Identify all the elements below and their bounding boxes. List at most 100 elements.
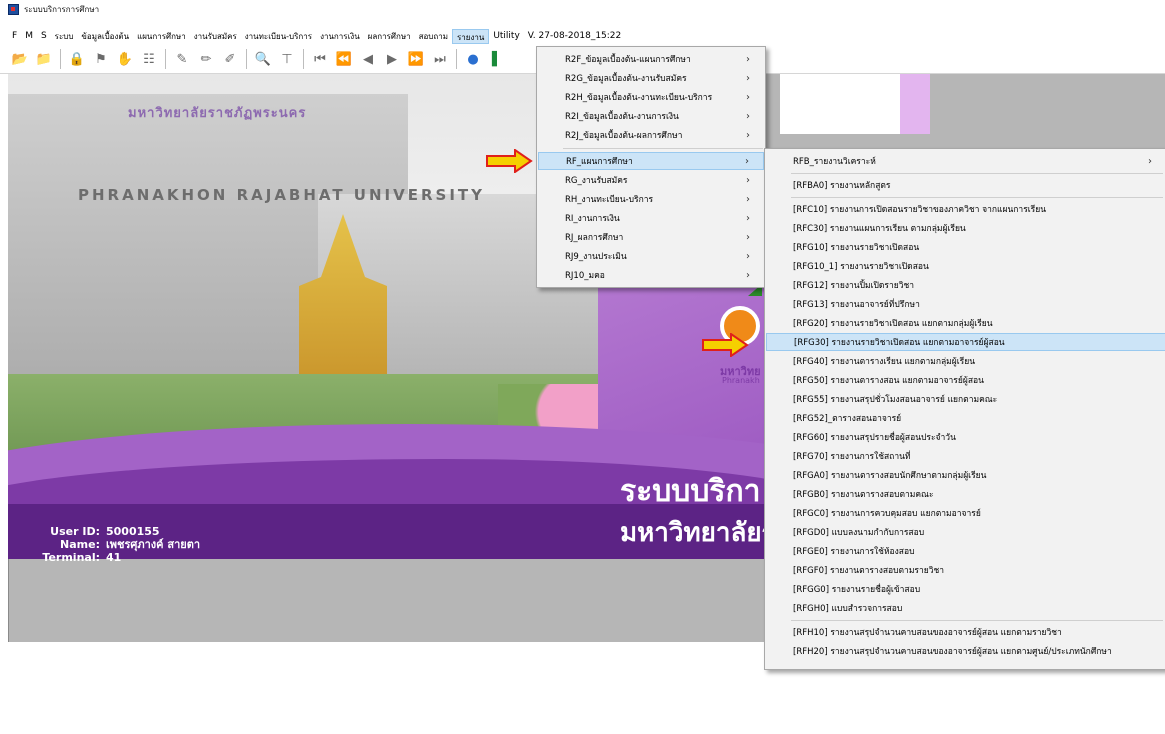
app-icon xyxy=(8,3,19,15)
report-menu-item-1[interactable]: R2G_ข้อมูลเบื้องต้น-งานรับสมัคร › xyxy=(538,69,764,87)
user-id-value: 5000155 xyxy=(106,525,160,538)
rf-submenu-item-label: [RFG13] รายงานอาจารย์ที่ปรึกษา xyxy=(793,300,920,310)
rf-submenu-item-12[interactable]: [RFG55] รายงานสรุปชั่วโมงสอนอาจารย์ แยกต… xyxy=(766,390,1165,408)
report-menu-item-0[interactable]: R2F_ข้อมูลเบื้องต้น-แผนการศึกษา › xyxy=(538,50,764,68)
rf-submenu-item-8[interactable]: [RFG20] รายงานรายวิชาเปิดสอน แยกตามกลุ่ม… xyxy=(766,314,1165,332)
report-menu-item-5[interactable]: RF_แผนการศึกษา › xyxy=(538,152,764,170)
page-icon[interactable]: ☷ xyxy=(139,49,159,69)
rf-submenu-item-6[interactable]: [RFG12] รายงานปิ้มเปิดรายวิชา xyxy=(766,276,1165,294)
prev-record-icon[interactable]: ◀ xyxy=(358,49,378,69)
terminal-label: Terminal: xyxy=(42,551,100,564)
last-record-icon[interactable]: ⏭ xyxy=(430,49,450,69)
report-menu-item-2[interactable]: R2H_ข้อมูลเบื้องต้น-งานทะเบียน-บริการ › xyxy=(538,88,764,106)
rf-submenu-item-15[interactable]: [RFG70] รายงานการใช้สถานที่ xyxy=(766,447,1165,465)
globe-icon[interactable]: ● xyxy=(463,49,483,69)
rf-submenu-item-label: [RFGE0] รายงานการใช้ห้องสอบ xyxy=(793,547,915,557)
rf-submenu-item-18[interactable]: [RFGC0] รายงานการควบคุมสอบ แยกตามอาจารย์ xyxy=(766,504,1165,522)
prev-page-icon[interactable]: ⏪ xyxy=(334,49,354,69)
chevron-right-icon: › xyxy=(746,231,750,243)
menu-item-8[interactable]: งานการเงิน xyxy=(316,29,364,44)
rf-submenu-item-19[interactable]: [RFGD0] แบบลงนามกำกับการสอบ xyxy=(766,523,1165,541)
rf-submenu-item-20[interactable]: [RFGE0] รายงานการใช้ห้องสอบ xyxy=(766,542,1165,560)
rf-submenu-item-22[interactable]: [RFGG0] รายงานรายชื่อผู้เข้าสอบ xyxy=(766,580,1165,598)
rf-submenu-item-23[interactable]: [RFGH0] แบบสำรวจการสอบ xyxy=(766,599,1165,617)
menu-separator xyxy=(791,197,1163,198)
rf-submenu-item-label: [RFG70] รายงานการใช้สถานที่ xyxy=(793,452,911,462)
find-file-icon[interactable]: ⚑ xyxy=(91,49,111,69)
first-record-icon[interactable]: ⏮ xyxy=(310,49,330,69)
rf-submenu-item-21[interactable]: [RFGF0] รายงานตารางสอบตามรายวิชา xyxy=(766,561,1165,579)
rf-submenu-item-label: [RFGG0] รายงานรายชื่อผู้เข้าสอบ xyxy=(793,585,921,595)
chevron-right-icon: › xyxy=(746,212,750,224)
menu-item-4[interactable]: ข้อมูลเบื้องต้น xyxy=(77,29,133,44)
menu-item-7[interactable]: งานทะเบียน-บริการ xyxy=(241,29,316,44)
rf-submenu-item-0[interactable]: RFB_รายงานวิเคราะห์ › xyxy=(766,152,1165,170)
next-page-icon[interactable]: ⏩ xyxy=(406,49,426,69)
report-menu-item-9[interactable]: RJ_ผลการศึกษา › xyxy=(538,228,764,246)
report-menu-item-label: R2J_ข้อมูลเบื้องต้น-ผลการศึกษา xyxy=(565,131,683,141)
report-menu-item-8[interactable]: RI_งานการเงิน › xyxy=(538,209,764,227)
rf-submenu-item-16[interactable]: [RFGA0] รายงานตารางสอบนักศึกษาตามกลุ่มผู… xyxy=(766,466,1165,484)
rf-submenu-item-label: [RFG30] รายงานรายวิชาเปิดสอน แยกตามอาจาร… xyxy=(794,338,1005,348)
report-menu-item-11[interactable]: RJ10_มคอ › xyxy=(538,266,764,284)
report-menu-item-7[interactable]: RH_งานทะเบียน-บริการ › xyxy=(538,190,764,208)
menu-item-3[interactable]: ระบบ xyxy=(51,29,78,44)
rf-submenu-item-9[interactable]: [RFG30] รายงานรายวิชาเปิดสอน แยกตามอาจาร… xyxy=(766,333,1165,351)
pointer-arrow-rf-menu xyxy=(485,149,533,173)
rf-submenu-item-label: [RFG55] รายงานสรุปชั่วโมงสอนอาจารย์ แยกต… xyxy=(793,395,998,405)
rf-submenu-item-10[interactable]: [RFG40] รายงานตารางเรียน แยกตามกลุ่มผู้เ… xyxy=(766,352,1165,370)
menu-item-10[interactable]: สอบถาม xyxy=(415,29,452,44)
menu-item-13[interactable]: V. 27-08-2018_15:22 xyxy=(524,29,625,44)
rf-submenu-item-label: [RFG12] รายงานปิ้มเปิดรายวิชา xyxy=(793,281,915,291)
banner-university-english: PHRANAKHON RAJABHAT UNIVERSITY xyxy=(78,186,486,204)
lock-icon[interactable]: 🔒 xyxy=(67,49,87,69)
chevron-right-icon: › xyxy=(746,250,750,262)
rf-submenu-item-14[interactable]: [RFG60] รายงานสรุปรายชื่อผู้สอนประจำวัน xyxy=(766,428,1165,446)
chevron-right-icon: › xyxy=(746,129,750,141)
rf-submenu-item-13[interactable]: [RFG52]_ตารางสอนอาจารย์ xyxy=(766,409,1165,427)
menu-item-1[interactable]: M xyxy=(21,29,37,44)
rf-submenu-item-3[interactable]: [RFC30] รายงานแผนการเรียน ตามกลุ่มผู้เรี… xyxy=(766,219,1165,237)
menu-item-11[interactable]: รายงาน xyxy=(451,29,490,44)
report-menu-item-4[interactable]: R2J_ข้อมูลเบื้องต้น-ผลการศึกษา › xyxy=(538,126,764,144)
rf-submenu-item-2[interactable]: [RFC10] รายงานการเปิดสอนรายวิชาของภาควิช… xyxy=(766,200,1165,218)
pencil-icon[interactable]: ✎ xyxy=(172,49,192,69)
menu-item-2[interactable]: S xyxy=(37,29,51,44)
rf-submenu-item-25[interactable]: [RFH20] รายงานสรุปจำนวนคาบสอนของอาจารย์ผ… xyxy=(766,642,1165,660)
window-titlebar: ระบบบริการการศึกษา xyxy=(0,0,1165,18)
toolbar-separator xyxy=(165,49,166,69)
menu-item-5[interactable]: แผนการศึกษา xyxy=(133,29,190,44)
menu-item-0[interactable]: F xyxy=(8,29,21,44)
rf-submenu-item-17[interactable]: [RFGB0] รายงานตารางสอบตามคณะ xyxy=(766,485,1165,503)
next-record-icon[interactable]: ▶ xyxy=(382,49,402,69)
user-id-label: User ID: xyxy=(50,525,100,538)
chevron-right-icon: › xyxy=(746,53,750,65)
exit-icon[interactable]: ▌ xyxy=(487,49,507,69)
rf-submenu-item-1[interactable]: [RFBA0] รายงานหลักสูตร xyxy=(766,176,1165,194)
report-menu-item-label: R2H_ข้อมูลเบื้องต้น-งานทะเบียน-บริการ xyxy=(565,93,713,103)
pencil-plus-icon[interactable]: ✏ xyxy=(196,49,216,69)
open-folder-icon[interactable]: 📂 xyxy=(10,49,30,69)
rf-submenu-item-5[interactable]: [RFG10_1] รายงานรายวิชาเปิดสอน xyxy=(766,257,1165,275)
filter-icon[interactable]: ⊤ xyxy=(277,49,297,69)
rf-submenu-item-11[interactable]: [RFG50] รายงานตารางสอน แยกตามอาจารย์ผู้ส… xyxy=(766,371,1165,389)
menu-item-9[interactable]: ผลการศึกษา xyxy=(364,29,415,44)
system-title-line1: ระบบบริกา xyxy=(620,474,761,509)
rf-submenu-item-7[interactable]: [RFG13] รายงานอาจารย์ที่ปรึกษา xyxy=(766,295,1165,313)
toolbar-separator xyxy=(60,49,61,69)
menu-item-12[interactable]: Utility xyxy=(489,29,523,44)
binoculars-icon[interactable]: 🔍 xyxy=(253,49,273,69)
save-folder-icon[interactable]: 📁 xyxy=(34,49,54,69)
menu-separator xyxy=(791,620,1163,621)
logo-text-english: Phranakh xyxy=(722,376,760,385)
report-menu-item-label: RJ9_งานประเมิน xyxy=(565,252,627,262)
pencil-edit-icon[interactable]: ✐ xyxy=(220,49,240,69)
hand-icon[interactable]: ✋ xyxy=(115,49,135,69)
report-menu-item-6[interactable]: RG_งานรับสมัคร › xyxy=(538,171,764,189)
report-menu-item-3[interactable]: R2I_ข้อมูลเบื้องต้น-งานการเงิน › xyxy=(538,107,764,125)
menu-item-6[interactable]: งานรับสมัคร xyxy=(190,29,241,44)
rf-submenu-item-4[interactable]: [RFG10] รายงานรายวิชาเปิดสอน xyxy=(766,238,1165,256)
report-menu-item-10[interactable]: RJ9_งานประเมิน › xyxy=(538,247,764,265)
rf-submenu-item-label: [RFGF0] รายงานตารางสอบตามรายวิชา xyxy=(793,566,945,576)
rf-submenu-item-24[interactable]: [RFH10] รายงานสรุปจำนวนคาบสอนของอาจารย์ผ… xyxy=(766,623,1165,641)
